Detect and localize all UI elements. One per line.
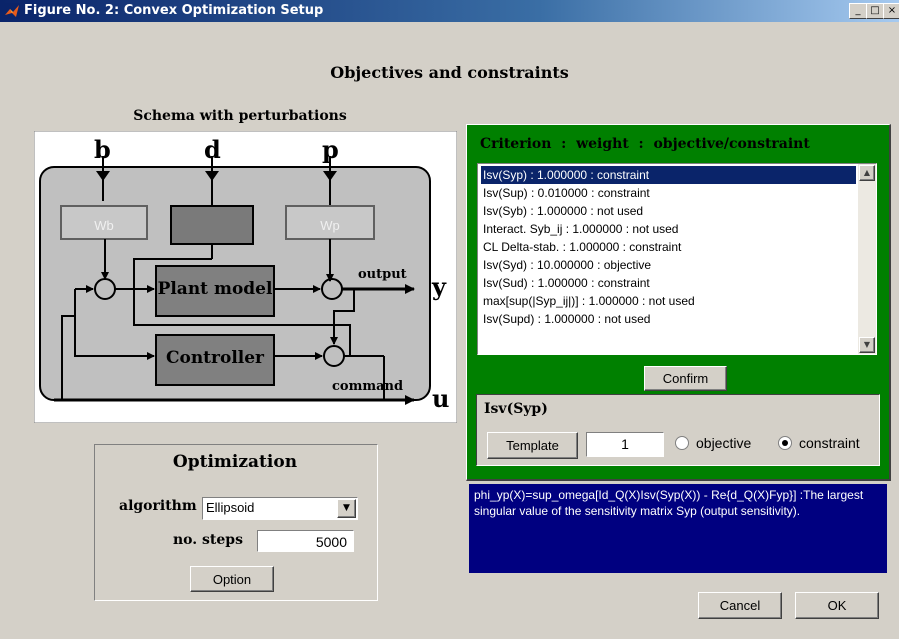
criterion-name: Isv(Syp) (484, 401, 548, 417)
confirm-button[interactable]: Confirm (644, 366, 727, 391)
algorithm-select[interactable]: Ellipsoid ▼ (202, 497, 358, 520)
dropdown-arrow-icon[interactable]: ▼ (337, 499, 356, 518)
algorithm-label: algorithm (119, 498, 197, 514)
constraint-label: constraint (799, 435, 860, 451)
criteria-list-item[interactable]: Isv(Sud) : 1.000000 : constraint (481, 274, 856, 292)
criteria-list-item[interactable]: Isv(Sup) : 0.010000 : constraint (481, 184, 856, 202)
criteria-scrollbar[interactable]: ▲ ▼ (858, 164, 876, 354)
scroll-down-button[interactable]: ▼ (859, 337, 875, 353)
window: Figure No. 2: Convex Optimization Setup … (0, 0, 899, 639)
controller-label: Controller (165, 348, 265, 368)
criteria-list-item[interactable]: max[sup(|Syp_ij|)] : 1.000000 : not used (481, 292, 856, 310)
optimization-title: Optimization (172, 452, 298, 472)
minimize-button[interactable]: _ (849, 3, 867, 19)
steps-label: no. steps (173, 532, 243, 548)
schema-diagram: b d p Wb Wp Plant model Controller outpu… (33, 130, 458, 424)
criteria-list-item[interactable]: CL Delta-stab. : 1.000000 : constraint (481, 238, 856, 256)
cancel-button[interactable]: Cancel (698, 592, 782, 619)
scroll-up-button[interactable]: ▲ (859, 165, 875, 181)
criterion-description: phi_yp(X)=sup_omega[Id_Q(X)Isv(Syp(X)) -… (469, 484, 887, 573)
schema-title: Schema with perturbations (133, 108, 347, 124)
algorithm-value: Ellipsoid (206, 500, 255, 515)
label-p: p (322, 135, 339, 164)
option-button[interactable]: Option (190, 566, 274, 592)
maximize-button[interactable]: □ (866, 3, 884, 19)
criteria-list-item[interactable]: Isv(Syd) : 10.000000 : objective (481, 256, 856, 274)
criteria-header: Criterion : weight : objective/constrain… (480, 136, 810, 152)
output-y-label: y (432, 272, 446, 301)
label-b: b (94, 135, 111, 164)
page-heading: Objectives and constraints (330, 63, 569, 82)
criteria-list-item[interactable]: Isv(Supd) : 1.000000 : not used (481, 310, 856, 328)
objective-radio[interactable] (675, 436, 689, 450)
criteria-list-item[interactable]: Interact. Syb_ij : 1.000000 : not used (481, 220, 856, 238)
constraint-radio-dot (782, 440, 788, 446)
close-button[interactable]: × (883, 3, 899, 19)
title-bar[interactable]: Figure No. 2: Convex Optimization Setup … (0, 0, 899, 22)
d-weight-block[interactable] (170, 205, 254, 245)
weight-input[interactable]: 1 (586, 432, 664, 457)
criteria-list-item[interactable]: Isv(Syp) : 1.000000 : constraint (481, 166, 856, 184)
wb-label: Wb (94, 218, 114, 233)
plant-model-label: Plant model (157, 279, 273, 299)
criteria-list-item[interactable]: Isv(Syb) : 1.000000 : not used (481, 202, 856, 220)
objective-label: objective (696, 435, 752, 451)
output-label: output (358, 267, 407, 282)
steps-input[interactable]: 5000 (257, 530, 354, 552)
ok-button[interactable]: OK (795, 592, 879, 619)
matlab-logo-icon (4, 3, 20, 19)
constraint-radio[interactable] (778, 436, 792, 450)
wp-label: Wp (320, 218, 340, 233)
label-d: d (204, 135, 221, 164)
template-button[interactable]: Template (487, 432, 578, 459)
criteria-items: Isv(Syp) : 1.000000 : constraint Isv(Sup)… (481, 166, 856, 328)
window-title: Figure No. 2: Convex Optimization Setup (24, 3, 324, 18)
command-label: command (332, 379, 404, 394)
command-u-label: u (432, 384, 450, 413)
criteria-list[interactable]: Isv(Syp) : 1.000000 : constraint Isv(Sup)… (477, 163, 877, 355)
